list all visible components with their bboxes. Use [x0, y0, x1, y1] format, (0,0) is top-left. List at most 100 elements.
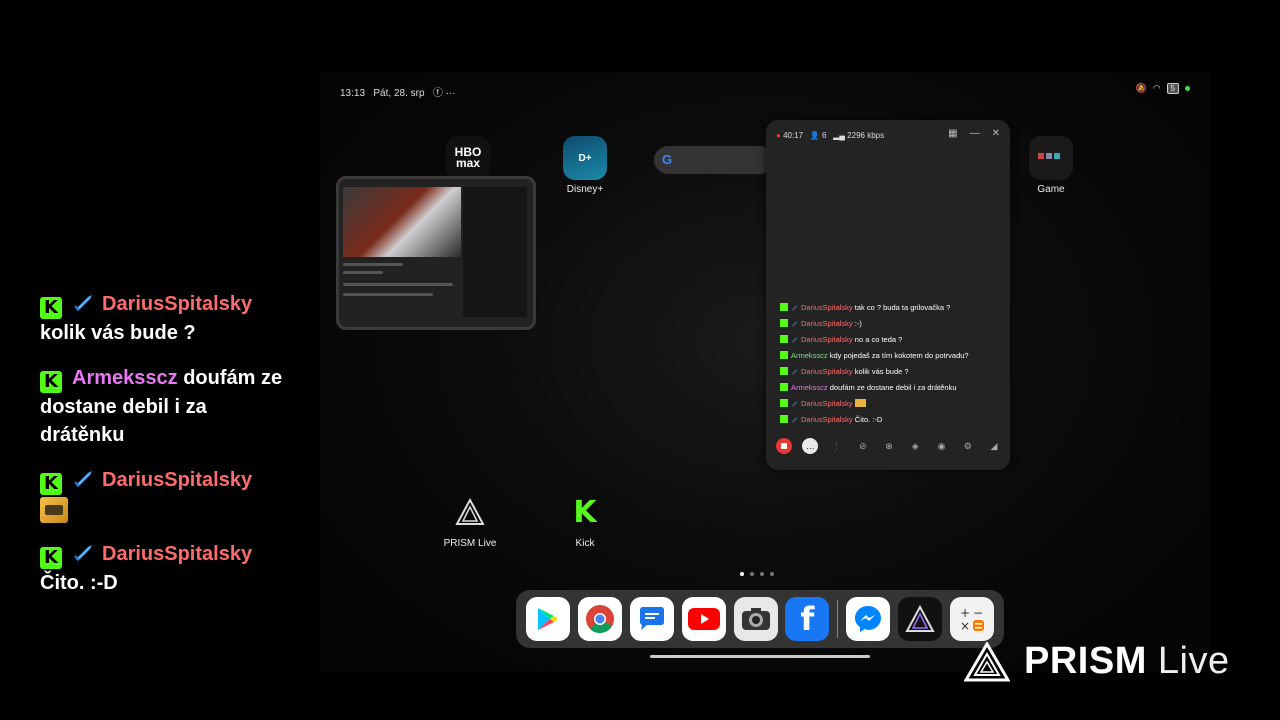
- chat-thumbnail: [463, 187, 527, 317]
- page-dot: [750, 572, 754, 576]
- chat-username: DariusSpitalsky: [801, 399, 853, 408]
- prism-logo-icon: [964, 641, 1010, 681]
- sword-badge-icon: [791, 368, 798, 375]
- overlay-chat-message: K DariusSpitalsky kolik vás bude ?: [40, 290, 290, 347]
- chat-text: doufám ze dostane debil i za drátěnku: [829, 383, 957, 392]
- page-dot: [760, 572, 764, 576]
- mixer-icon[interactable]: ⫶: [829, 438, 845, 454]
- panel-chat-message: Armeksscz doufám ze dostane debil i za d…: [780, 380, 1004, 396]
- minimize-icon[interactable]: —: [970, 128, 980, 139]
- app-disney-plus[interactable]: D+ Disney+: [562, 136, 608, 195]
- hbo-max-icon: HBO max: [446, 136, 490, 180]
- effects-icon[interactable]: ◈: [907, 438, 923, 454]
- chat-username: DariusSpitalsky: [801, 335, 853, 344]
- chat-text: tak co ? buda ta grilovačka ?: [854, 303, 951, 312]
- disney-plus-icon: D+: [563, 136, 607, 180]
- chat-username: Armeksscz: [72, 367, 178, 389]
- kick-icon: K: [563, 490, 607, 534]
- app-label: Kick: [575, 538, 595, 549]
- prism-live-dock-icon[interactable]: [898, 597, 943, 641]
- status-time: 13:13: [340, 88, 366, 99]
- sword-badge-icon: [74, 471, 92, 487]
- app-dock: f + − ×: [516, 590, 1004, 648]
- kick-badge-icon: [780, 399, 788, 407]
- app-kick[interactable]: K Kick: [562, 490, 608, 549]
- stream-time: 40:17: [783, 131, 804, 140]
- kick-badge-icon: K: [40, 473, 62, 495]
- live-dot-icon: ●: [776, 131, 781, 140]
- svg-text:×: ×: [960, 619, 970, 633]
- home-indicator[interactable]: [650, 655, 870, 658]
- chat-text: kolik vás bude ?: [40, 322, 196, 344]
- chat-text: kdy pojedaš za tím kokotem do potrvadu?: [829, 351, 969, 360]
- facebook-icon[interactable]: f: [785, 597, 830, 641]
- chat-text: kolik vás bude ?: [854, 367, 909, 376]
- app-prism-live[interactable]: PRISM Live: [440, 490, 500, 549]
- panel-chat-message: DariusSpitalsky Čito. :-D: [780, 412, 1004, 428]
- messages-icon[interactable]: [629, 597, 674, 641]
- more-notifications-icon: ···: [445, 88, 456, 99]
- calculator-icon[interactable]: + − ×: [949, 597, 994, 641]
- stream-stats: ● 40:17 👤 6 ▂▄ 2296 kbps: [776, 131, 884, 140]
- sword-badge-icon: [791, 320, 798, 327]
- page-dot: [740, 572, 744, 576]
- chrome-icon[interactable]: [577, 597, 622, 641]
- prism-live-watermark: PRISM Live: [964, 640, 1230, 683]
- signal-icon: ▂▄: [833, 131, 845, 140]
- status-bar-right: 🔕 ◠ 5: [1135, 83, 1190, 94]
- chat-username: DariusSpitalsky: [102, 543, 253, 565]
- chat-username: DariusSpitalsky: [102, 469, 253, 491]
- app-label: Game: [1037, 184, 1065, 195]
- viewers-icon: 👤: [809, 131, 820, 140]
- sword-badge-icon: [791, 416, 798, 423]
- bitrate: 2296 kbps: [847, 131, 885, 140]
- resize-handle-icon[interactable]: ◢: [986, 438, 1002, 454]
- panel-chat-message: DariusSpitalsky tak co ? buda ta grilova…: [780, 300, 1004, 316]
- recent-app-preview[interactable]: [336, 176, 536, 330]
- emote-image: [854, 399, 866, 407]
- google-search-bar[interactable]: G: [654, 146, 774, 174]
- app-label: Disney+: [566, 184, 604, 195]
- chat-username: Armeksscz: [791, 351, 828, 360]
- grid-icon[interactable]: ▦: [948, 128, 957, 139]
- watermark-light: Live: [1146, 640, 1230, 682]
- chat-username: DariusSpitalsky: [801, 319, 853, 328]
- mute-icon: 🔕: [1135, 83, 1147, 93]
- svg-text:+: +: [960, 606, 970, 620]
- chat-username: DariusSpitalsky: [801, 415, 853, 424]
- dock-separator: [837, 600, 839, 638]
- camera-icon[interactable]: [733, 597, 778, 641]
- camera-off-icon[interactable]: ⊘: [855, 438, 871, 454]
- kick-badge-icon: K: [40, 371, 62, 393]
- game-folder-icon: [1029, 136, 1073, 180]
- prism-live-icon: [448, 490, 492, 534]
- viewer-count: 6: [821, 131, 827, 140]
- close-icon[interactable]: ✕: [992, 128, 1000, 139]
- page-indicator: [740, 572, 774, 576]
- chat-toggle-icon[interactable]: …: [802, 438, 819, 454]
- settings-icon[interactable]: ⚙: [960, 438, 976, 454]
- panel-chat-message: DariusSpitalsky no a co teda ?: [780, 332, 1004, 348]
- panel-chat-message: DariusSpitalsky: [780, 396, 1004, 412]
- overlay-chat: K DariusSpitalsky kolik vás bude ? K Armek…: [40, 290, 290, 614]
- youtube-icon[interactable]: [681, 597, 726, 641]
- kick-badge-icon: [780, 319, 788, 327]
- panel-chat-message: DariusSpitalsky :-): [780, 316, 1004, 332]
- status-date: Pát, 28. srp: [373, 88, 425, 99]
- chat-text: no a co teda ?: [854, 335, 903, 344]
- kick-badge-icon: [780, 367, 788, 375]
- kick-badge-icon: [780, 415, 788, 423]
- chat-text: Čito. :-D: [40, 572, 118, 594]
- app-game-folder[interactable]: Game: [1028, 136, 1074, 195]
- preview-icon[interactable]: ◉: [934, 438, 950, 454]
- video-thumbnail: [343, 187, 461, 257]
- messenger-icon[interactable]: [846, 597, 891, 641]
- kick-badge-icon: K: [40, 297, 62, 319]
- video-off-icon[interactable]: ⊗: [881, 438, 897, 454]
- chat-username: Armeksscz: [791, 383, 828, 392]
- stop-stream-button[interactable]: [776, 438, 792, 454]
- chat-text: Čito. :-D: [854, 415, 883, 424]
- google-icon: G: [662, 152, 673, 167]
- overlay-chat-message: K DariusSpitalsky Čito. :-D: [40, 540, 290, 597]
- play-store-icon[interactable]: [525, 597, 570, 641]
